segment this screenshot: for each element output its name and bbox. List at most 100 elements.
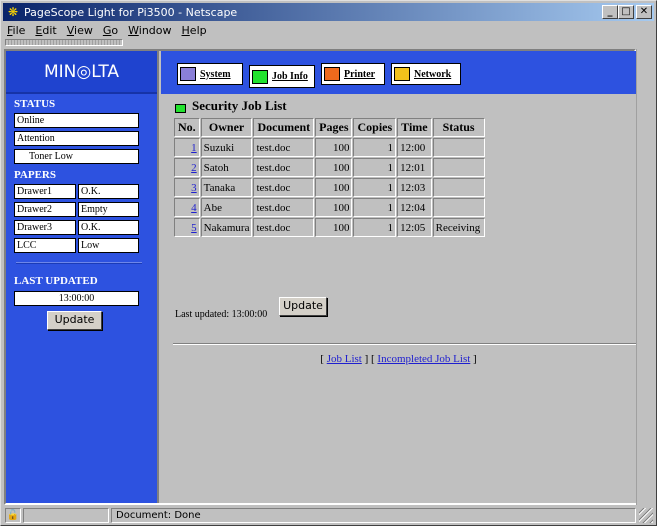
status-cell bbox=[432, 138, 485, 157]
document-cell: test.doc bbox=[253, 178, 315, 197]
tab-system[interactable]: System bbox=[177, 63, 243, 85]
minimize-button[interactable]: _ bbox=[602, 5, 618, 19]
last-updated-title: LAST UPDATED bbox=[14, 275, 98, 287]
progress-area bbox=[23, 508, 109, 523]
maximize-button[interactable]: □ bbox=[618, 5, 634, 19]
status-cell: Receiving bbox=[432, 218, 485, 237]
col-pages: Pages bbox=[315, 118, 353, 137]
copies-cell: 1 bbox=[353, 218, 397, 237]
menu-help[interactable]: Help bbox=[182, 24, 207, 37]
menu-window[interactable]: Window bbox=[128, 24, 171, 37]
pages-cell: 100 bbox=[315, 178, 353, 197]
netscape-icon: ❋ bbox=[7, 5, 19, 19]
table-header-row: No. Owner Document Pages Copies Time Sta… bbox=[174, 118, 485, 137]
collapsed-toolbar-handle[interactable] bbox=[5, 39, 123, 46]
tab-printer[interactable]: Printer bbox=[321, 63, 385, 85]
status-text: Document: Done bbox=[111, 508, 636, 523]
status-section-title: STATUS bbox=[14, 98, 56, 110]
main-last-updated: Last updated: 13:00:00 bbox=[175, 309, 268, 320]
window-title: PageScope Light for Pi3500 - Netscape bbox=[24, 5, 238, 19]
main-divider bbox=[173, 343, 636, 345]
status-bar: 🔓 Document: Done bbox=[3, 507, 654, 524]
table-row: 1 Suzuki test.doc 100 1 12:00 bbox=[174, 138, 485, 157]
col-document: Document bbox=[253, 118, 315, 137]
status-online: Online bbox=[14, 113, 139, 128]
col-time: Time bbox=[397, 118, 432, 137]
status-cell bbox=[432, 198, 485, 217]
papers-section-title: PAPERS bbox=[14, 169, 56, 181]
minolta-logo: MIN◎LTA bbox=[6, 51, 157, 94]
status-attention: Attention bbox=[14, 131, 139, 146]
table-row: 2 Satoh test.doc 100 1 12:01 bbox=[174, 158, 485, 177]
owner-cell: Abe bbox=[200, 198, 253, 217]
copies-cell: 1 bbox=[353, 198, 397, 217]
col-status: Status bbox=[432, 118, 485, 137]
paper-status-lcc: Low bbox=[78, 238, 139, 253]
time-cell: 12:04 bbox=[397, 198, 432, 217]
copies-cell: 1 bbox=[353, 138, 397, 157]
menu-edit[interactable]: Edit bbox=[35, 24, 56, 37]
paper-name-drawer2: Drawer2 bbox=[14, 202, 76, 217]
title-bar: ❋ PageScope Light for Pi3500 - Netscape … bbox=[3, 3, 654, 21]
main-frame: Security Job List No. Owner Document Pag… bbox=[161, 94, 636, 503]
time-cell: 12:03 bbox=[397, 178, 432, 197]
paper-status-drawer1: O.K. bbox=[78, 184, 139, 199]
owner-cell: Nakamura bbox=[200, 218, 253, 237]
browser-window: ❋ PageScope Light for Pi3500 - Netscape … bbox=[0, 0, 657, 526]
table-row: 3 Tanaka test.doc 100 1 12:03 bbox=[174, 178, 485, 197]
resize-grip[interactable] bbox=[639, 508, 653, 523]
paper-name-drawer3: Drawer3 bbox=[14, 220, 76, 235]
last-updated-value: 13:00:00 bbox=[14, 291, 139, 306]
time-cell: 12:05 bbox=[397, 218, 432, 237]
security-job-table: No. Owner Document Pages Copies Time Sta… bbox=[173, 117, 486, 238]
job-link[interactable]: 1 bbox=[191, 142, 197, 154]
job-link[interactable]: 5 bbox=[191, 222, 197, 234]
time-cell: 12:01 bbox=[397, 158, 432, 177]
paper-status-drawer2: Empty bbox=[78, 202, 139, 217]
page-content: MIN◎LTA STATUS Online Attention Toner Lo… bbox=[4, 49, 636, 505]
left-divider bbox=[16, 262, 142, 264]
time-cell: 12:00 bbox=[397, 138, 432, 157]
network-color-icon bbox=[394, 67, 410, 81]
tab-network[interactable]: Network bbox=[391, 63, 461, 85]
left-update-button[interactable]: Update bbox=[47, 311, 102, 330]
tab-job-info[interactable]: Job Info bbox=[249, 65, 315, 88]
incompleted-job-list-link[interactable]: Incompleted Job List bbox=[377, 353, 470, 365]
pages-cell: 100 bbox=[315, 138, 353, 157]
printer-color-icon bbox=[324, 67, 340, 81]
paper-name-lcc: LCC bbox=[14, 238, 76, 253]
table-row: 5 Nakamura test.doc 100 1 12:05 Receivin… bbox=[174, 218, 485, 237]
close-button[interactable]: ✕ bbox=[636, 5, 652, 19]
menu-go[interactable]: Go bbox=[103, 24, 118, 37]
owner-cell: Tanaka bbox=[200, 178, 253, 197]
document-cell: test.doc bbox=[253, 198, 315, 217]
col-copies: Copies bbox=[353, 118, 397, 137]
job-info-marker-icon bbox=[175, 104, 186, 113]
document-cell: test.doc bbox=[253, 158, 315, 177]
table-row: 4 Abe test.doc 100 1 12:04 bbox=[174, 198, 485, 217]
job-list-link[interactable]: Job List bbox=[327, 353, 362, 365]
page-title: Security Job List bbox=[192, 98, 287, 113]
document-cell: test.doc bbox=[253, 218, 315, 237]
menu-view[interactable]: View bbox=[67, 24, 93, 37]
job-info-color-icon bbox=[252, 69, 268, 84]
copies-cell: 1 bbox=[353, 158, 397, 177]
vertical-scrollbar-area bbox=[636, 49, 654, 505]
paper-name-drawer1: Drawer1 bbox=[14, 184, 76, 199]
job-link[interactable]: 3 bbox=[191, 182, 197, 194]
owner-cell: Satoh bbox=[200, 158, 253, 177]
document-cell: test.doc bbox=[253, 138, 315, 157]
main-update-button[interactable]: Update bbox=[279, 297, 327, 316]
job-link[interactable]: 2 bbox=[191, 162, 197, 174]
menu-file[interactable]: File bbox=[7, 24, 25, 37]
menu-bar: File Edit View Go Window Help bbox=[3, 22, 654, 39]
tab-frame: System Job Info Printer Network bbox=[161, 51, 636, 94]
job-list-links: [ Job List ] [ Incompleted Job List ] bbox=[320, 353, 477, 365]
col-owner: Owner bbox=[200, 118, 253, 137]
job-link[interactable]: 4 bbox=[191, 202, 197, 214]
status-cell bbox=[432, 178, 485, 197]
status-toner-low: Toner Low bbox=[14, 149, 139, 164]
copies-cell: 1 bbox=[353, 178, 397, 197]
security-lock-icon[interactable]: 🔓 bbox=[5, 508, 21, 523]
pages-cell: 100 bbox=[315, 198, 353, 217]
